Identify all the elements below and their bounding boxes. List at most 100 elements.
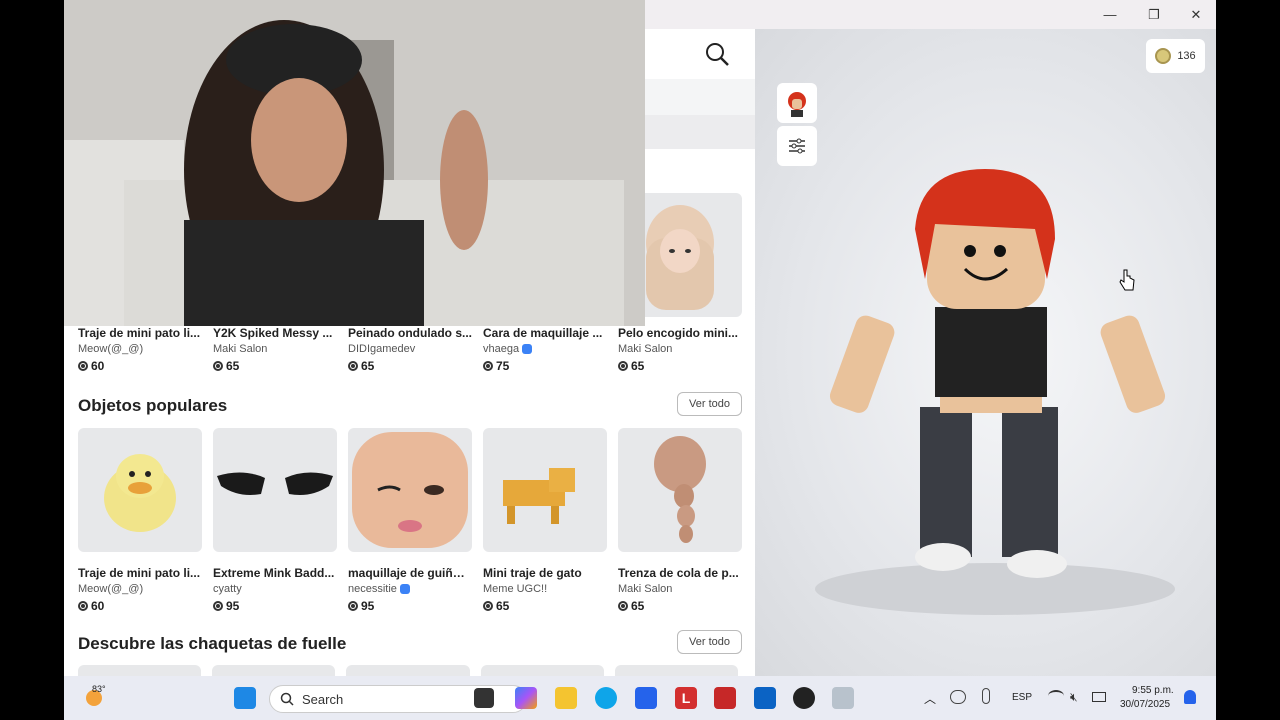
file-explorer-icon[interactable] — [555, 687, 577, 709]
shop-card-popular-1[interactable]: Traje de mini pato li... Meow(@_@) 60 — [78, 428, 202, 613]
avatar-figure — [815, 169, 1175, 615]
robux-icon — [213, 601, 223, 611]
face-makeup-thumbnail — [348, 428, 472, 552]
shop-card-top-3[interactable]: Peinado ondulado s... DIDIgamedev 65 — [348, 326, 472, 373]
window-titlebar: — ❐ ✕ — [581, 0, 1216, 29]
item-name: Y2K Spiked Messy ... — [213, 326, 333, 340]
shop-card-popular-3[interactable]: maquillaje de guiño ... necessitie 95 — [348, 428, 472, 613]
roblox-icon[interactable] — [832, 687, 854, 709]
section-title-jackets: Descubre las chaquetas de fuelle — [78, 634, 347, 653]
item-creator[interactable]: necessitie — [348, 583, 472, 595]
robux-balance: 136 — [1177, 50, 1196, 62]
verified-badge-icon — [522, 344, 533, 355]
eyelashes-thumbnail — [213, 428, 337, 552]
item-name: Pelo encogido mini... — [618, 326, 739, 340]
item-creator[interactable]: Maki Salon — [618, 583, 742, 595]
item-creator[interactable]: Maki Salon — [213, 343, 337, 355]
robux-icon — [78, 361, 88, 371]
braid-hair-thumbnail — [618, 428, 742, 552]
hand-cursor-icon — [1118, 268, 1136, 297]
close-button[interactable]: ✕ — [1181, 5, 1211, 25]
robux-icon — [213, 361, 223, 371]
item-price: 60 — [78, 359, 202, 373]
chevron-up-icon[interactable]: ︿ — [924, 690, 936, 707]
item-name: Extreme Mink Badd... — [213, 566, 335, 580]
robux-balance-badge[interactable]: 136 — [1146, 39, 1205, 73]
item-price: 95 — [213, 599, 337, 613]
clock-date[interactable]: 30/07/2025 — [1120, 699, 1170, 710]
minimize-button[interactable]: — — [1095, 5, 1125, 25]
search-placeholder: Search — [302, 691, 344, 707]
item-name: Trenza de cola de p... — [618, 566, 739, 580]
store-icon[interactable] — [635, 687, 657, 709]
robux-coin-icon — [1155, 48, 1172, 64]
robux-icon — [618, 601, 628, 611]
windows-start-icon[interactable] — [234, 687, 256, 709]
section-title-popular: Objetos populares — [78, 396, 228, 415]
task-view-icon[interactable] — [474, 688, 494, 708]
clock-time[interactable]: 9:55 p.m. — [1132, 685, 1174, 696]
weather-temp: 83° — [92, 684, 106, 694]
cat-suit-thumbnail — [483, 428, 607, 552]
search-icon[interactable] — [704, 41, 732, 69]
volume-muted-icon[interactable]: 🔇︎ — [1070, 690, 1078, 705]
item-price: 60 — [78, 599, 202, 613]
language-indicator[interactable]: ESP — [1012, 692, 1032, 703]
robux-icon — [348, 361, 358, 371]
shop-card-top-5[interactable]: Pelo encogido mini... Maki Salon 65 — [618, 326, 742, 373]
item-creator[interactable]: Meme UGC!! — [483, 583, 607, 595]
avatar-preview[interactable] — [755, 29, 1216, 676]
item-name: Cara de maquillaje ... — [483, 326, 603, 340]
shop-card-popular-5[interactable]: Trenza de cola de p... Maki Salon 65 — [618, 428, 742, 613]
shop-card-top-2[interactable]: Y2K Spiked Messy ... Maki Salon 65 — [213, 326, 337, 373]
item-creator[interactable]: Meow(@_@) — [78, 583, 202, 595]
item-creator[interactable]: Maki Salon — [618, 343, 742, 355]
pdf-app-icon[interactable] — [714, 687, 736, 709]
item-price: 65 — [348, 359, 472, 373]
see-all-popular-button[interactable]: Ver todo — [677, 392, 742, 416]
edge-icon[interactable] — [595, 687, 617, 709]
item-name: Traje de mini pato li... — [78, 326, 201, 340]
desktop-screen: — ❐ ✕ Traje de mini pato li... Meow(@_@)… — [64, 0, 1216, 720]
item-name: Mini traje de gato — [483, 566, 582, 580]
robux-icon — [618, 361, 628, 371]
item-name: Peinado ondulado s... — [348, 326, 472, 340]
see-all-jackets-button[interactable]: Ver todo — [677, 630, 742, 654]
shop-card-top-4[interactable]: Cara de maquillaje ... vhaega 75 — [483, 326, 607, 373]
item-price: 65 — [618, 359, 742, 373]
item-price: 65 — [618, 599, 742, 613]
item-price: 65 — [213, 359, 337, 373]
battery-icon[interactable] — [1092, 692, 1106, 702]
item-creator[interactable]: DIDIgamedev — [348, 343, 472, 355]
outlook-icon[interactable] — [754, 687, 776, 709]
robux-icon — [348, 601, 358, 611]
duck-thumbnail — [78, 428, 202, 552]
maximize-button[interactable]: ❐ — [1139, 5, 1169, 25]
verified-badge-icon — [399, 584, 410, 595]
shop-card-popular-4[interactable]: Mini traje de gato Meme UGC!! 65 — [483, 428, 607, 613]
copilot-icon[interactable] — [515, 687, 537, 709]
search-icon — [280, 692, 294, 706]
item-creator[interactable]: cyatty — [213, 583, 337, 595]
sliders-icon[interactable] — [777, 126, 817, 166]
bell-icon[interactable] — [1184, 690, 1196, 704]
item-creator[interactable]: vhaega — [483, 343, 607, 355]
wifi-icon[interactable] — [1048, 690, 1064, 702]
item-price: 65 — [483, 599, 607, 613]
shop-card-popular-2[interactable]: Extreme Mink Badd... cyatty 95 — [213, 428, 337, 613]
item-price: 95 — [348, 599, 472, 613]
microphone-icon[interactable] — [982, 688, 990, 704]
avatar-thumbnail-button[interactable] — [777, 83, 817, 123]
cloud-icon[interactable] — [950, 690, 966, 704]
robux-icon — [483, 361, 493, 371]
letter-l-app-icon[interactable]: L — [675, 687, 697, 709]
item-creator[interactable]: Meow(@_@) — [78, 343, 202, 355]
shop-card-top-1[interactable]: Traje de mini pato li... Meow(@_@) 60 — [78, 326, 202, 373]
item-price: 75 — [483, 359, 607, 373]
robux-icon — [483, 601, 493, 611]
webcam-overlay — [64, 0, 645, 326]
jackets-row-preview — [78, 665, 739, 676]
obs-icon[interactable] — [793, 687, 815, 709]
item-name: maquillaje de guiño ... — [348, 566, 472, 580]
robux-icon — [78, 601, 88, 611]
